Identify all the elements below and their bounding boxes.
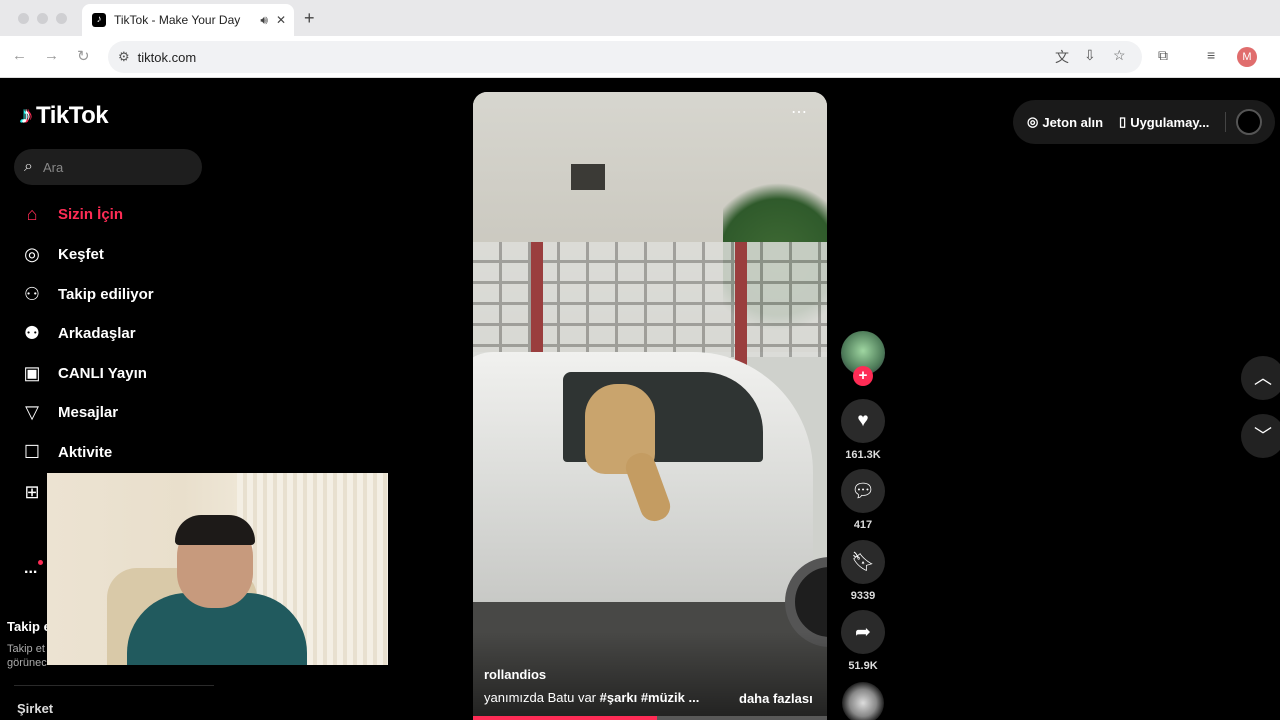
like-count: 161.3K (845, 449, 881, 461)
activity-icon: ☐ (23, 441, 41, 462)
sidebar-divider (14, 685, 214, 686)
share-button[interactable]: ➦ (841, 610, 885, 654)
upload-plus-icon: ⊞ (24, 481, 40, 502)
live-icon: ▣ (23, 362, 41, 383)
webcam-person-hair (175, 515, 255, 545)
account-circle-icon[interactable] (1236, 109, 1263, 135)
compass-icon: ◎ (24, 243, 40, 264)
address-bar[interactable]: ⚙ tiktok.com (108, 41, 1142, 73)
tiktok-favicon-icon: ♪ (92, 13, 106, 27)
chevron-up-icon: ︿ (1254, 368, 1272, 388)
sidebar-item-following[interactable]: ⚇ Takip ediliyor (20, 280, 154, 308)
sidebar-item-for-you[interactable]: ⌂ Sizin İçin (20, 200, 123, 228)
get-coins-button[interactable]: ◎ Jeton alın (1027, 114, 1103, 130)
search-bar[interactable]: ⌕ (14, 149, 202, 185)
next-video-button[interactable]: ﹀ (1241, 414, 1280, 458)
comment-count: 417 (853, 519, 873, 531)
video-progress-bar[interactable] (473, 716, 827, 720)
top-right-separator (1225, 112, 1227, 132)
search-icon: ⌕ (24, 158, 33, 175)
logo-text: TikTok (36, 102, 109, 129)
home-icon: ⌂ (26, 203, 38, 224)
tiktok-logo[interactable]: ♪ TikTok (20, 102, 109, 130)
window-zoom-button[interactable] (56, 13, 67, 24)
company-link[interactable]: Şirket (17, 701, 53, 716)
send-icon: ▽ (25, 401, 39, 422)
caption-text: yanımızda Batu var (484, 690, 600, 705)
sidebar-item-label: Sizin İçin (58, 205, 124, 223)
sidebar-item-friends[interactable]: ⚉ Arkadaşlar (20, 319, 136, 347)
save-count: 9339 (850, 590, 876, 602)
heart-icon: ♥ (857, 410, 869, 431)
top-right-actions: ◎ Jeton alın ▯ Uygulamay... (1013, 100, 1275, 144)
speaker-icon[interactable]: 🔊︎ (260, 13, 268, 28)
browser-tab[interactable]: ♪ TikTok - Make Your Day 🔊︎ ✕ (82, 4, 294, 36)
sidebar-item-live[interactable]: ▣ CANLI Yayın (20, 359, 147, 387)
window-close-button[interactable] (18, 13, 29, 24)
window-minimize-button[interactable] (37, 13, 48, 24)
search-input[interactable] (42, 159, 173, 175)
tab-title: TikTok - Make Your Day (114, 13, 241, 27)
save-button[interactable]: 🔖︎ (841, 540, 885, 584)
video-progress-fill (473, 716, 658, 720)
site-settings-icon[interactable]: ⚙ (118, 49, 130, 65)
video-author[interactable]: rollandios (484, 667, 546, 682)
previous-video-button[interactable]: ︿ (1241, 356, 1280, 400)
share-count: 51.9K (848, 660, 878, 672)
sidebar-item-label: Arkadaşlar (58, 324, 136, 342)
get-coins-label: Jeton alın (1042, 114, 1104, 130)
reload-icon[interactable]: ↻ (77, 47, 90, 65)
video-caption: yanımızda Batu var #şarkı #müzik ... (484, 690, 699, 705)
tab-close-icon[interactable]: ✕ (276, 13, 286, 27)
forward-icon[interactable]: → (44, 47, 59, 64)
like-button[interactable]: ♥ (841, 399, 885, 443)
get-app-button[interactable]: ▯ Uygulamay... (1119, 114, 1209, 130)
sidebar-item-explore[interactable]: ◎ Keşfet (20, 240, 104, 268)
sidebar-item-label: Takip ediliyor (58, 285, 154, 303)
video-scene-window (571, 164, 605, 190)
comment-icon: 💬︎ (850, 481, 876, 502)
caption-hashtags[interactable]: #şarkı #müzik ... (600, 690, 700, 705)
sidebar-item-activity[interactable]: ☐ Aktivite (20, 438, 112, 466)
translate-icon[interactable]: ⽂ (1055, 47, 1069, 67)
install-app-icon[interactable]: ⇩ (1084, 47, 1096, 64)
new-tab-button[interactable]: + (304, 8, 315, 29)
follow-plus-icon[interactable]: + (853, 366, 873, 386)
tiktok-note-icon: ♪ (20, 102, 32, 129)
comment-button[interactable]: 💬︎ (841, 469, 885, 513)
extensions-icon[interactable]: ⧉ (1158, 47, 1168, 64)
following-accounts-title: Takip e (7, 619, 51, 634)
webcam-overlay (47, 473, 388, 665)
sidebar-item-label: Keşfet (58, 245, 104, 263)
chevron-down-icon: ﹀ (1254, 426, 1272, 446)
address-url[interactable]: tiktok.com (138, 50, 197, 65)
sidebar-item-label: Aktivite (58, 443, 113, 461)
profile-avatar[interactable]: M (1237, 47, 1257, 67)
phone-icon: ▯ (1119, 114, 1127, 129)
following-icon: ⚇ (23, 283, 41, 304)
video-player[interactable]: ⋯ rollandios yanımızda Batu var #şarkı #… (473, 92, 827, 720)
browser-tab-bar: ♪ TikTok - Make Your Day 🔊︎ ✕ + (0, 0, 1280, 36)
more-options-icon[interactable]: ⋯ (791, 102, 807, 122)
video-scene-fence (473, 242, 827, 357)
notification-dot (38, 560, 43, 565)
sidebar-item-label: Mesajlar (58, 403, 119, 421)
friends-icon: ⚉ (23, 322, 41, 343)
see-more-link[interactable]: daha fazlası (739, 691, 813, 706)
sidebar-item-messages[interactable]: ▽ Mesajlar (20, 398, 118, 426)
back-icon[interactable]: ← (12, 47, 27, 64)
bookmark-icon: 🔖︎ (850, 552, 876, 573)
more-menu-button[interactable]: ... (24, 560, 37, 578)
music-disc-icon[interactable] (842, 682, 884, 720)
coin-icon: ◎ (1027, 114, 1039, 129)
media-controls-icon[interactable]: ≡ (1207, 47, 1215, 63)
bookmark-star-icon[interactable]: ☆ (1113, 47, 1126, 64)
get-app-label: Uygulamay... (1130, 114, 1210, 130)
sidebar-item-label: CANLI Yayın (58, 364, 147, 382)
browser-toolbar: ← → ↻ ⚙ tiktok.com ⽂ ⇩ ☆ ⧉ ≡ M (0, 36, 1280, 78)
share-arrow-icon: ➦ (855, 621, 871, 643)
